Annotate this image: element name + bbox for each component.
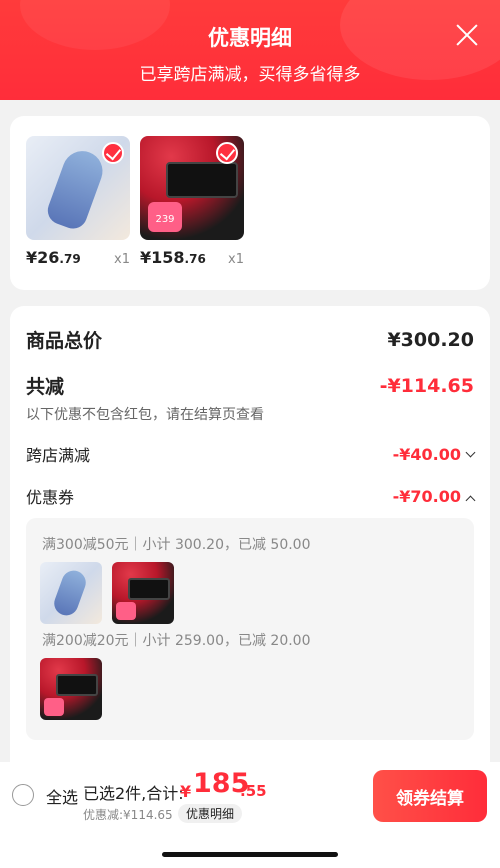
cross-store-value: -¥40.00 bbox=[393, 445, 476, 464]
chevron-up-icon bbox=[465, 495, 476, 505]
coupon-product-image bbox=[40, 562, 102, 624]
belt-buckle-graphic bbox=[128, 578, 170, 600]
discount-header: 优惠明细 已享跨店满减，买得多省得多 bbox=[0, 0, 500, 100]
product-qty: x1 bbox=[228, 252, 244, 267]
discount-value: -¥114.65 bbox=[379, 374, 474, 397]
product-card: ¥26.79 x1 239 ¥158.76 x1 bbox=[10, 116, 490, 290]
price-tag-graphic bbox=[116, 602, 136, 620]
product-item[interactable]: ¥26.79 x1 bbox=[26, 136, 130, 267]
discount-detail-button[interactable]: 优惠明细 bbox=[178, 804, 243, 823]
total-amount-decimal: .55 bbox=[240, 782, 267, 800]
product-item[interactable]: 239 ¥158.76 x1 bbox=[140, 136, 244, 267]
page-title: 优惠明细 bbox=[208, 26, 292, 50]
page-subtitle: 已享跨店满减，买得多省得多 bbox=[139, 65, 361, 85]
product-price-row: ¥26.79 x1 bbox=[26, 248, 130, 267]
cross-store-row[interactable]: 跨店满减 -¥40.00 bbox=[26, 442, 476, 466]
total-label: 商品总价 bbox=[26, 330, 103, 352]
checkout-bar: 全选 已选2件,合计: ¥ 185 .55 优惠减:¥114.65 优惠明细 领… bbox=[0, 762, 500, 868]
check-icon[interactable] bbox=[216, 142, 238, 164]
belt-buckle-graphic bbox=[56, 674, 98, 696]
product-image: 239 bbox=[140, 136, 244, 240]
select-all-radio[interactable] bbox=[12, 784, 34, 806]
coupon-value: -¥70.00 bbox=[393, 487, 476, 506]
select-all-label[interactable]: 全选 bbox=[46, 784, 78, 808]
price-tag-graphic bbox=[44, 698, 64, 716]
total-row: 商品总价 ¥300.20 bbox=[26, 326, 474, 353]
product-qty: x1 bbox=[114, 252, 130, 267]
coupon-rule: 满300减50元｜小计 300.20，已减 50.00 bbox=[42, 537, 311, 553]
product-price: ¥158.76 bbox=[140, 248, 206, 267]
selected-count: 已选2件,合计: bbox=[83, 784, 184, 803]
product-price: ¥26.79 bbox=[26, 248, 81, 267]
saved-amount: 优惠减:¥114.65 bbox=[83, 808, 173, 822]
cross-store-label: 跨店满减 bbox=[26, 446, 91, 465]
price-tag: 239 bbox=[148, 202, 182, 232]
coupon-detail-box: 满300减50元｜小计 300.20，已减 50.00 满200减20元｜小计 … bbox=[26, 518, 474, 740]
product-image bbox=[26, 136, 130, 240]
checkout-button[interactable]: 领券结算 bbox=[373, 770, 487, 822]
coupon-product-image bbox=[112, 562, 174, 624]
summary-card: 商品总价 ¥300.20 共减 -¥114.65 以下优惠不包含红包，请在结算页… bbox=[10, 306, 490, 776]
coupon-label: 优惠券 bbox=[26, 488, 75, 507]
product-price-row: ¥158.76 x1 bbox=[140, 248, 244, 267]
coupon-product-image bbox=[40, 658, 102, 720]
coupon-row[interactable]: 优惠券 -¥70.00 bbox=[26, 484, 476, 508]
coupon-rule: 满200减20元｜小计 259.00，已减 20.00 bbox=[42, 633, 311, 649]
discount-note: 以下优惠不包含红包，请在结算页查看 bbox=[26, 407, 264, 423]
total-value: ¥300.20 bbox=[387, 328, 474, 351]
check-icon[interactable] bbox=[102, 142, 124, 164]
discount-label: 共减 bbox=[26, 376, 65, 398]
spoon-graphic bbox=[43, 145, 109, 233]
home-indicator bbox=[162, 852, 338, 857]
belt-buckle-graphic bbox=[166, 162, 238, 198]
discount-row: 共减 -¥114.65 bbox=[26, 372, 474, 399]
chevron-down-icon bbox=[465, 447, 476, 457]
spoon-graphic bbox=[50, 567, 90, 619]
close-icon[interactable] bbox=[454, 22, 480, 48]
total-currency: ¥ bbox=[180, 782, 192, 801]
